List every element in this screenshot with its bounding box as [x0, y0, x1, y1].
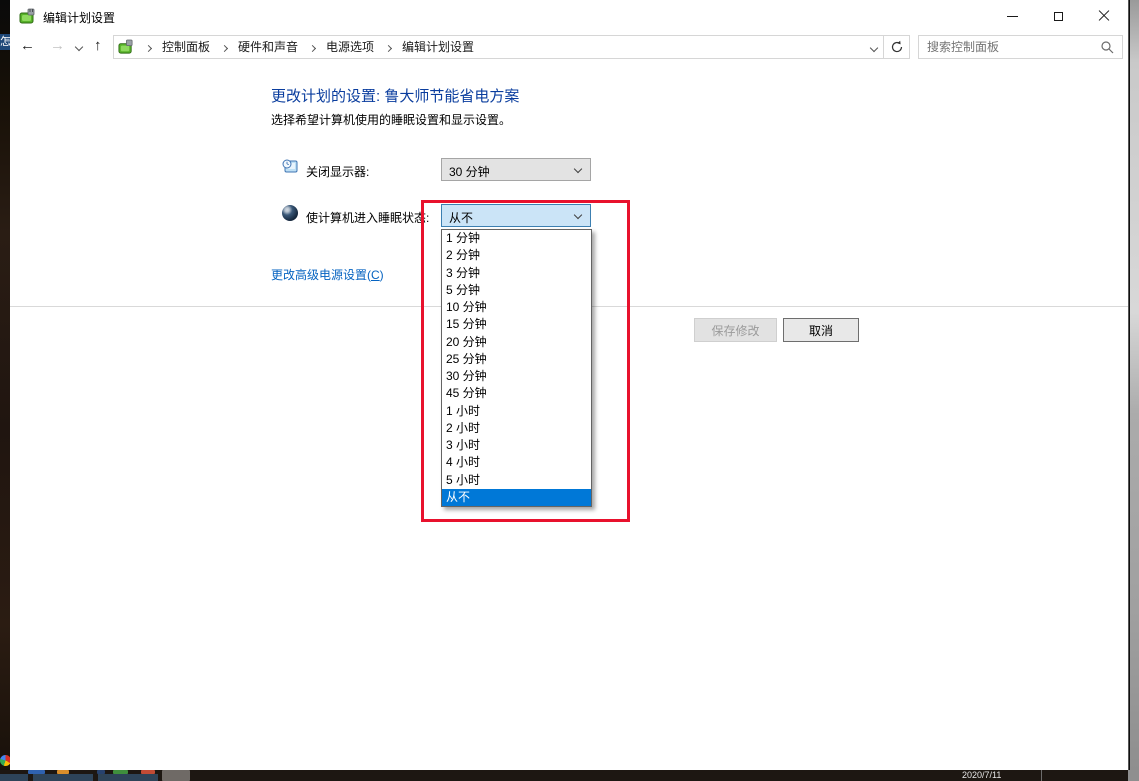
power-plan-icon: [118, 39, 134, 55]
close-icon: [1098, 10, 1110, 22]
dropdown-option[interactable]: 3 分钟: [442, 265, 591, 282]
taskbar-app-icon[interactable]: [33, 774, 93, 781]
search-icon[interactable]: [1100, 40, 1114, 54]
dropdown-option[interactable]: 15 分钟: [442, 316, 591, 333]
taskbar: 2020/7/11: [0, 770, 1139, 781]
window-controls: [989, 0, 1127, 32]
edit-plan-settings-window: 编辑计划设置 ← → ↑ 控制面板: [10, 0, 1129, 770]
dropdown-option[interactable]: 5 分钟: [442, 282, 591, 299]
title-bar: 编辑计划设置: [10, 0, 1128, 32]
dropdown-option[interactable]: 1 分钟: [442, 230, 591, 247]
minimize-button[interactable]: [989, 0, 1035, 32]
cancel-button[interactable]: 取消: [783, 318, 859, 342]
dropdown-option[interactable]: 2 分钟: [442, 247, 591, 264]
breadcrumb-hardware-sound[interactable]: 硬件和声音: [232, 36, 304, 58]
refresh-button[interactable]: [883, 36, 909, 58]
dropdown-option[interactable]: 5 小时: [442, 472, 591, 489]
up-button[interactable]: ↑: [94, 36, 102, 56]
taskbar-app-icon[interactable]: [162, 770, 190, 781]
screen: 怎 2020/7/11 编辑计划设置: [0, 0, 1139, 781]
maximize-icon: [1054, 12, 1063, 21]
sleep-timeout-dropdown-list: 1 分钟 2 分钟 3 分钟 5 分钟 10 分钟 15 分钟 20 分钟 25…: [441, 229, 592, 507]
desktop-background-left: 怎: [0, 0, 10, 781]
link-text: 更改高级电源设置(: [271, 268, 371, 282]
page-title: 更改计划的设置: 鲁大师节能省电方案: [271, 85, 519, 106]
dropdown-option[interactable]: 1 小时: [442, 403, 591, 420]
search-input[interactable]: [927, 37, 1087, 57]
recent-locations-chevron-icon[interactable]: [75, 43, 83, 51]
sleep-moon-icon: [282, 205, 298, 221]
breadcrumb-control-panel[interactable]: 控制面板: [156, 36, 216, 58]
breadcrumb-separator-icon: [140, 40, 156, 54]
close-button[interactable]: [1081, 0, 1127, 32]
desktop-background-right: [1130, 0, 1139, 781]
chevron-down-icon: [574, 165, 582, 173]
dropdown-option[interactable]: 45 分钟: [442, 385, 591, 402]
taskbar-app-icon[interactable]: [98, 774, 158, 781]
show-desktop-button[interactable]: [1128, 770, 1139, 781]
minimize-icon: [1007, 16, 1018, 17]
display-timeout-select[interactable]: 30 分钟: [441, 158, 591, 181]
desktop-icon-label-fragment: 怎: [0, 34, 10, 50]
breadcrumb: 控制面板 硬件和声音 电源选项 编辑计划设置: [140, 36, 480, 58]
breadcrumb-separator-icon: [304, 40, 320, 54]
navigation-bar: ← → ↑ 控制面板 硬件和声音 电源选项 编辑计划设置: [10, 32, 1128, 61]
dropdown-option[interactable]: 25 分钟: [442, 351, 591, 368]
dropdown-option[interactable]: 30 分钟: [442, 368, 591, 385]
dropdown-option[interactable]: 20 分钟: [442, 334, 591, 351]
taskbar-app-icon[interactable]: [0, 774, 28, 781]
save-changes-button: 保存修改: [694, 318, 777, 342]
display-timeout-value: 30 分钟: [449, 163, 490, 180]
address-dropdown-chevron-icon[interactable]: [870, 44, 878, 52]
search-box: [918, 35, 1123, 59]
sleep-timeout-label: 使计算机进入睡眠状态:: [306, 209, 429, 226]
breadcrumb-power-options[interactable]: 电源选项: [320, 36, 380, 58]
advanced-power-settings-link[interactable]: 更改高级电源设置(C): [271, 266, 384, 283]
dropdown-option[interactable]: 4 小时: [442, 454, 591, 471]
address-bar[interactable]: 控制面板 硬件和声音 电源选项 编辑计划设置: [113, 35, 910, 59]
dropdown-option[interactable]: 3 小时: [442, 437, 591, 454]
window-title: 编辑计划设置: [43, 9, 115, 26]
forward-button: →: [50, 36, 65, 56]
sleep-timeout-value: 从不: [449, 209, 473, 226]
turn-off-display-label: 关闭显示器:: [306, 163, 369, 180]
page-description: 选择希望计算机使用的睡眠设置和显示设置。: [271, 111, 511, 128]
display-clock-icon: [282, 159, 298, 175]
taskbar-separator: [1041, 770, 1042, 781]
link-text: ): [380, 268, 384, 282]
link-accelerator: C: [371, 268, 380, 282]
dropdown-option-selected[interactable]: 从不: [442, 489, 591, 506]
maximize-button[interactable]: [1035, 0, 1081, 32]
breadcrumb-edit-plan-settings[interactable]: 编辑计划设置: [396, 36, 480, 58]
breadcrumb-separator-icon: [380, 40, 396, 54]
power-plan-icon: [19, 8, 36, 25]
sleep-timeout-select[interactable]: 从不: [441, 204, 591, 227]
back-button[interactable]: ←: [20, 36, 35, 56]
chevron-down-icon: [574, 211, 582, 219]
breadcrumb-separator-icon: [216, 40, 232, 54]
dropdown-option[interactable]: 2 小时: [442, 420, 591, 437]
dropdown-option[interactable]: 10 分钟: [442, 299, 591, 316]
refresh-icon: [890, 40, 904, 54]
taskbar-clock-date[interactable]: 2020/7/11: [962, 770, 1001, 780]
